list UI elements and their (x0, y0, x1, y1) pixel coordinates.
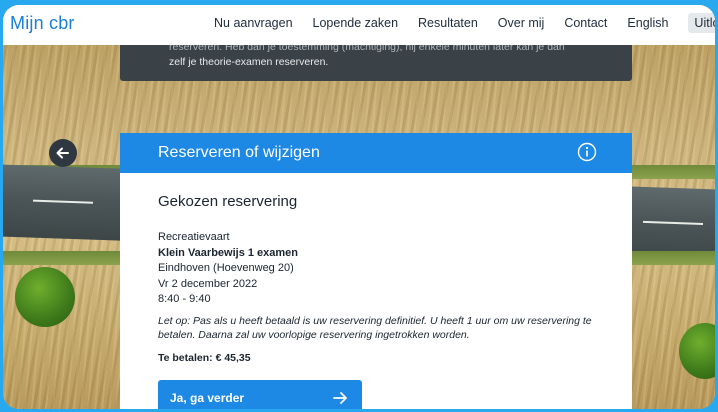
section-heading: Gekozen reservering (158, 193, 298, 210)
back-button[interactable] (49, 139, 77, 167)
nav-item-lopende-zaken[interactable]: Lopende zaken (313, 16, 399, 33)
info-icon[interactable] (577, 142, 597, 162)
info-banner: reserveren. Heb dan je toestemming (mach… (120, 41, 632, 81)
app-frame: Mijn cbr Nu aanvragen Lopende zaken Resu… (3, 5, 715, 409)
exam-category: Recreatievaart (158, 231, 230, 243)
continue-button[interactable]: Ja, ga verder (158, 380, 362, 409)
nav-item-contact[interactable]: Contact (564, 16, 607, 33)
payment-note: Let op: Pas als u heeft betaald is uw re… (158, 314, 592, 341)
logout-button[interactable]: Uitlogg (688, 13, 715, 33)
nav-menu: Nu aanvragen Lopende zaken Resultaten Ov… (214, 13, 715, 33)
exam-name: Klein Vaarbewijs 1 examen (158, 246, 299, 259)
exam-date: Vr 2 december 2022 (158, 277, 258, 290)
nav-item-over-mij[interactable]: Over mij (498, 16, 545, 33)
nav-item-resultaten[interactable]: Resultaten (418, 16, 478, 33)
arrow-left-icon (56, 147, 69, 159)
nav-item-english[interactable]: English (627, 16, 668, 33)
continue-button-label: Ja, ga verder (170, 391, 245, 405)
card-body: Gekozen reservering Recreatievaart Klein… (120, 173, 632, 364)
card-header: Reserveren of wijzigen (120, 133, 632, 173)
logo[interactable]: Mijn cbr (10, 13, 75, 34)
card-title: Reserveren of wijzigen (158, 144, 320, 161)
arrow-right-icon (333, 392, 347, 404)
nav-item-nu-aanvragen[interactable]: Nu aanvragen (214, 16, 293, 33)
amount-due: Te betalen: € 45,35 (158, 351, 251, 364)
road-marking (33, 199, 93, 204)
exam-location: Eindhoven (Hoevenweg 20) (158, 262, 294, 274)
road-marking (643, 220, 703, 226)
banner-text: zelf je theorie-examen reserveren. (169, 56, 329, 68)
exam-time: 8:40 - 9:40 (158, 293, 211, 305)
top-navigation: Mijn cbr Nu aanvragen Lopende zaken Resu… (3, 5, 715, 45)
tree (15, 267, 75, 327)
reservation-card: Reserveren of wijzigen Gekozen reserveri… (120, 133, 632, 409)
